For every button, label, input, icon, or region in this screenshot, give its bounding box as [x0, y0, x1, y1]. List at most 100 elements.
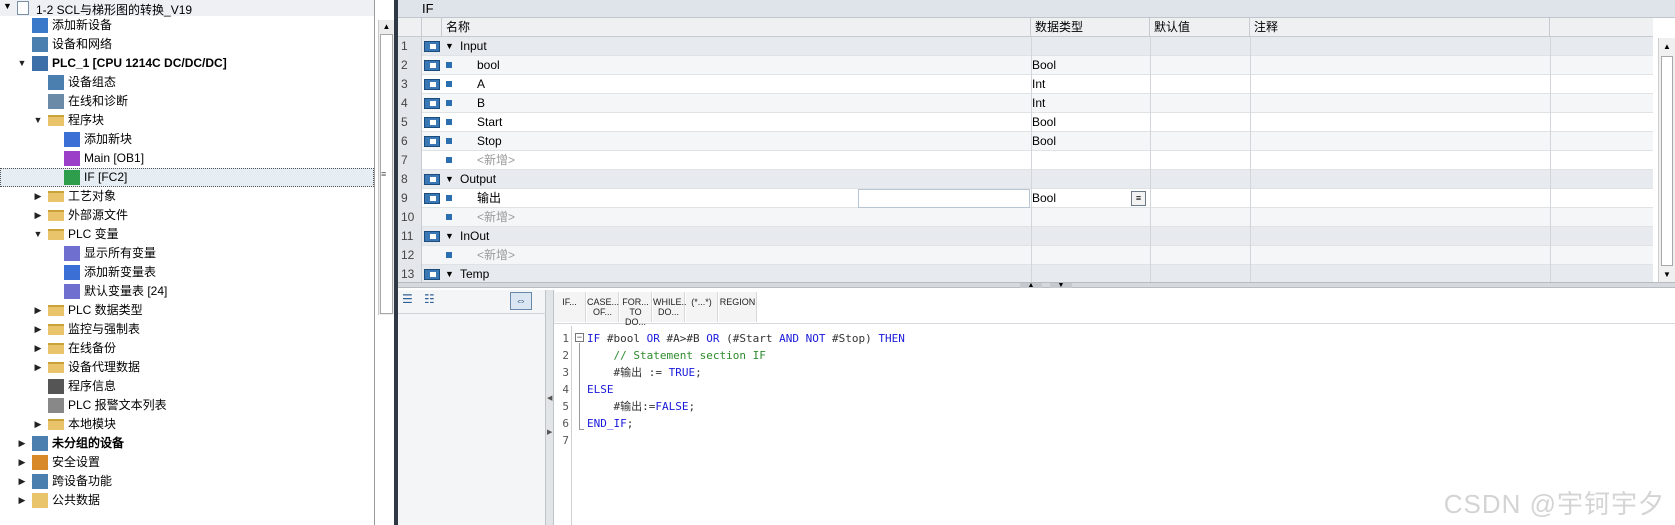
collapse-arrow-icon[interactable]: ▼ [16, 54, 28, 73]
tree-item[interactable]: ▶ 设备代理数据 [0, 358, 374, 377]
data-type[interactable]: Bool [1032, 56, 1056, 75]
keyword-button[interactable]: REGION [719, 292, 757, 322]
expand-arrow-icon[interactable]: ▶ [16, 453, 28, 472]
sync-view-icon[interactable]: ⇔ [510, 292, 532, 310]
collapse-bar[interactable]: ◀ ▶ [546, 290, 554, 525]
tree-item[interactable]: ▶ 公共数据 [0, 491, 374, 510]
tree-item[interactable]: 默认变量表 [24] [0, 282, 374, 301]
interface-row[interactable]: 1 ▼ Input [398, 37, 1653, 56]
data-type[interactable]: Int [1032, 75, 1045, 94]
interface-row[interactable]: 10 <新增> [398, 208, 1653, 227]
scrollbar-thumb[interactable] [1661, 56, 1673, 266]
code-line[interactable]: #输出:=FALSE; [587, 398, 905, 415]
tree-item[interactable]: 程序信息 [0, 377, 374, 396]
scroll-up-icon[interactable]: ▲ [1661, 40, 1673, 54]
variable-name[interactable]: A [477, 75, 485, 94]
data-type[interactable]: Bool [1032, 189, 1056, 208]
variable-name[interactable]: bool [477, 56, 500, 75]
interface-row[interactable]: 12 <新增> [398, 246, 1653, 265]
data-type[interactable]: Bool [1032, 113, 1056, 132]
tree-item[interactable]: ▶ 安全设置 [0, 453, 374, 472]
add-new-placeholder[interactable]: <新增> [477, 151, 515, 170]
variable-name[interactable]: InOut [460, 227, 489, 246]
tree-item[interactable]: 设备组态 [0, 73, 374, 92]
tree-item[interactable]: ▶ 在线备份 [0, 339, 374, 358]
code-line[interactable]: #输出 := TRUE; [587, 364, 905, 381]
interface-row[interactable]: 6 Stop Bool [398, 132, 1653, 151]
collapse-arrow-icon[interactable]: ▼ [445, 227, 454, 246]
interface-row[interactable]: 8 ▼ Output [398, 170, 1653, 189]
collapse-right-icon[interactable]: ▶ [547, 428, 552, 436]
expand-arrow-icon[interactable]: ▶ [32, 187, 44, 206]
add-new-placeholder[interactable]: <新增> [477, 246, 515, 265]
keyword-button[interactable]: CASE... OF... [587, 292, 619, 322]
tree-item[interactable]: ▼ PLC 变量 [0, 225, 374, 244]
editor-splitter[interactable]: ▲ ▼ [398, 282, 1675, 289]
collapse-arrow-icon[interactable]: ▼ [445, 37, 454, 56]
keyword-button[interactable]: FOR... TO DO... [620, 292, 652, 327]
variable-name[interactable]: B [477, 94, 485, 113]
numbered-list-icon[interactable]: ☷ [424, 292, 444, 308]
tree-item[interactable]: 添加新设备 [0, 16, 374, 35]
data-type[interactable]: Bool [1032, 132, 1056, 151]
type-picker-icon[interactable]: ≡ [1131, 191, 1146, 206]
tree-item[interactable]: ▶ 外部源文件 [0, 206, 374, 225]
tree-item[interactable]: ▼ 程序块 [0, 111, 374, 130]
tree-item[interactable]: ▶ 跨设备功能 [0, 472, 374, 491]
variable-name[interactable]: Output [460, 170, 496, 189]
fold-collapse-icon[interactable]: − [575, 333, 584, 342]
scroll-down-icon[interactable]: ▼ [1661, 268, 1673, 282]
data-type[interactable]: Int [1032, 94, 1045, 113]
expand-arrow-icon[interactable]: ▶ [32, 206, 44, 225]
scroll-up-icon[interactable]: ▲ [380, 20, 393, 33]
expand-arrow-icon[interactable]: ▶ [32, 301, 44, 320]
expand-arrow-icon[interactable]: ▶ [16, 434, 28, 453]
expand-arrow-icon[interactable]: ▶ [16, 472, 28, 491]
collapse-arrow-icon[interactable]: ▼ [32, 225, 44, 244]
indent-icon[interactable]: ☰ [402, 292, 422, 308]
expand-arrow-icon[interactable]: ▶ [32, 415, 44, 434]
interface-row[interactable]: 5 Start Bool [398, 113, 1653, 132]
variable-name[interactable]: Start [477, 113, 502, 132]
code-line[interactable]: // Statement section IF [587, 347, 905, 364]
tree-item[interactable]: ▶ 工艺对象 [0, 187, 374, 206]
collapse-arrow-icon[interactable]: ▼ [32, 111, 44, 130]
header-comment[interactable]: 注释 [1250, 18, 1550, 37]
variable-name[interactable]: Input [460, 37, 487, 56]
tree-item[interactable]: 显示所有变量 [0, 244, 374, 263]
variable-name[interactable]: Stop [477, 132, 502, 151]
tree-item[interactable]: 添加新变量表 [0, 263, 374, 282]
interface-row[interactable]: 7 <新增> [398, 151, 1653, 170]
interface-row[interactable]: 4 B Int [398, 94, 1653, 113]
tree-item[interactable]: 添加新块 [0, 130, 374, 149]
collapse-arrow-icon[interactable]: ▼ [445, 170, 454, 189]
code-line[interactable]: ELSE [587, 381, 905, 398]
tree-item[interactable]: 在线和诊断 [0, 92, 374, 111]
tree-item[interactable]: PLC 报警文本列表 [0, 396, 374, 415]
tree-item[interactable]: ▶ PLC 数据类型 [0, 301, 374, 320]
tree-item[interactable]: ▶ 未分组的设备 [0, 434, 374, 453]
tree-item[interactable]: ▼ PLC_1 [CPU 1214C DC/DC/DC] [0, 54, 374, 73]
splitter-down-icon[interactable]: ▼ [1050, 282, 1072, 289]
expand-arrow-icon[interactable]: ▶ [16, 491, 28, 510]
expand-arrow-icon[interactable]: ▶ [32, 358, 44, 377]
tree-item[interactable]: Main [OB1] [0, 149, 374, 168]
keyword-button[interactable]: WHILE... DO... [653, 292, 689, 322]
code-line[interactable]: END_IF; [587, 415, 905, 432]
expand-arrow-icon[interactable]: ▼ [3, 1, 12, 11]
keyword-button[interactable]: (*...*) [686, 292, 718, 322]
splitter-up-icon[interactable]: ▲ [1020, 282, 1042, 289]
interface-row[interactable]: 9 输出 Bool ≡ [398, 189, 1653, 208]
tree-item[interactable]: ▶ 本地模块 [0, 415, 374, 434]
keyword-button[interactable]: IF... [554, 292, 586, 322]
header-type[interactable]: 数据类型 [1031, 18, 1150, 37]
tree-item[interactable]: IF [FC2] [0, 168, 374, 187]
interface-scrollbar[interactable]: ▲ ▼ [1658, 38, 1675, 284]
interface-row[interactable]: 3 A Int [398, 75, 1653, 94]
tree-item[interactable]: ▶ 监控与强制表 [0, 320, 374, 339]
interface-row[interactable]: 2 bool Bool [398, 56, 1653, 75]
variable-name[interactable]: 输出 [477, 189, 501, 208]
header-name[interactable]: 名称 [442, 18, 1031, 37]
expand-arrow-icon[interactable]: ▶ [32, 339, 44, 358]
code-line[interactable]: IF #bool OR #A>#B OR (#Start AND NOT #St… [587, 330, 905, 347]
